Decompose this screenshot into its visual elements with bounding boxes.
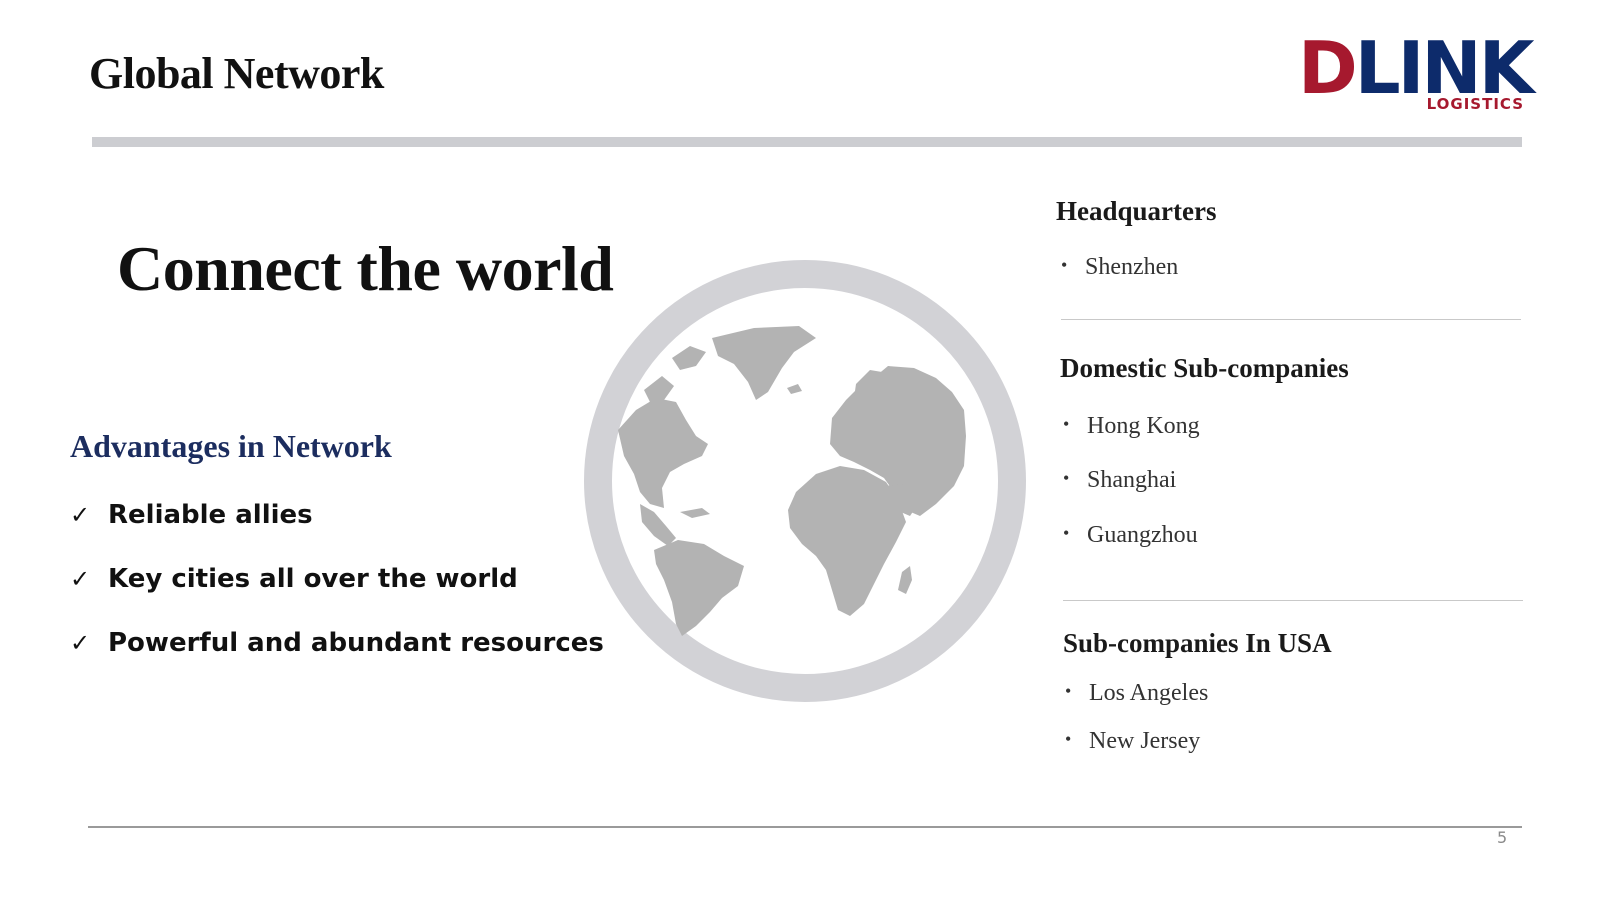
advantages-heading: Advantages in Network [70, 428, 392, 464]
check-icon: ✓ [70, 565, 91, 593]
dlink-logo: DLINK LOGISTICS [1298, 32, 1534, 116]
advantage-label: Key cities all over the world [108, 564, 518, 594]
advantage-item: ✓ Reliable allies [70, 500, 313, 530]
globe-icon [584, 260, 1026, 702]
bullet-icon: • [1063, 414, 1070, 434]
headquarters-heading: Headquarters [1056, 196, 1217, 226]
bullet-icon: • [1065, 729, 1072, 749]
city-label: Los Angeles [1089, 680, 1209, 706]
usa-item: • Los Angeles [1065, 680, 1208, 707]
domestic-item: • Shanghai [1063, 467, 1176, 494]
headquarters-item: • Shenzhen [1061, 254, 1178, 281]
advantage-item: ✓ Key cities all over the world [70, 564, 518, 594]
section-divider [1063, 600, 1523, 601]
advantage-label: Powerful and abundant resources [108, 628, 604, 658]
check-icon: ✓ [70, 501, 91, 529]
page-title: Global Network [89, 49, 384, 98]
logo-subtitle: LOGISTICS [1426, 95, 1524, 113]
city-label: Hong Kong [1087, 413, 1200, 439]
title-divider [92, 137, 1522, 147]
bullet-icon: • [1063, 523, 1070, 543]
domestic-heading: Domestic Sub-companies [1060, 353, 1349, 383]
bullet-icon: • [1065, 681, 1072, 701]
page-number: 5 [1497, 828, 1508, 847]
city-label: Guangzhou [1087, 522, 1198, 548]
logo-wordmark: DLINK [1298, 32, 1534, 104]
city-label: Shenzhen [1085, 254, 1179, 280]
headline: Connect the world [117, 233, 614, 304]
advantage-label: Reliable allies [108, 500, 313, 530]
footer-divider [88, 826, 1522, 828]
bullet-icon: • [1061, 255, 1068, 275]
section-divider [1061, 319, 1521, 320]
logo-letter-d: D [1298, 26, 1358, 110]
usa-heading: Sub-companies In USA [1063, 628, 1332, 658]
bullet-icon: • [1063, 468, 1070, 488]
city-label: Shanghai [1087, 467, 1177, 493]
advantage-item: ✓ Powerful and abundant resources [70, 628, 604, 658]
check-icon: ✓ [70, 629, 91, 657]
usa-item: • New Jersey [1065, 728, 1200, 755]
domestic-item: • Hong Kong [1063, 413, 1200, 440]
domestic-item: • Guangzhou [1063, 522, 1198, 549]
city-label: New Jersey [1089, 728, 1201, 754]
